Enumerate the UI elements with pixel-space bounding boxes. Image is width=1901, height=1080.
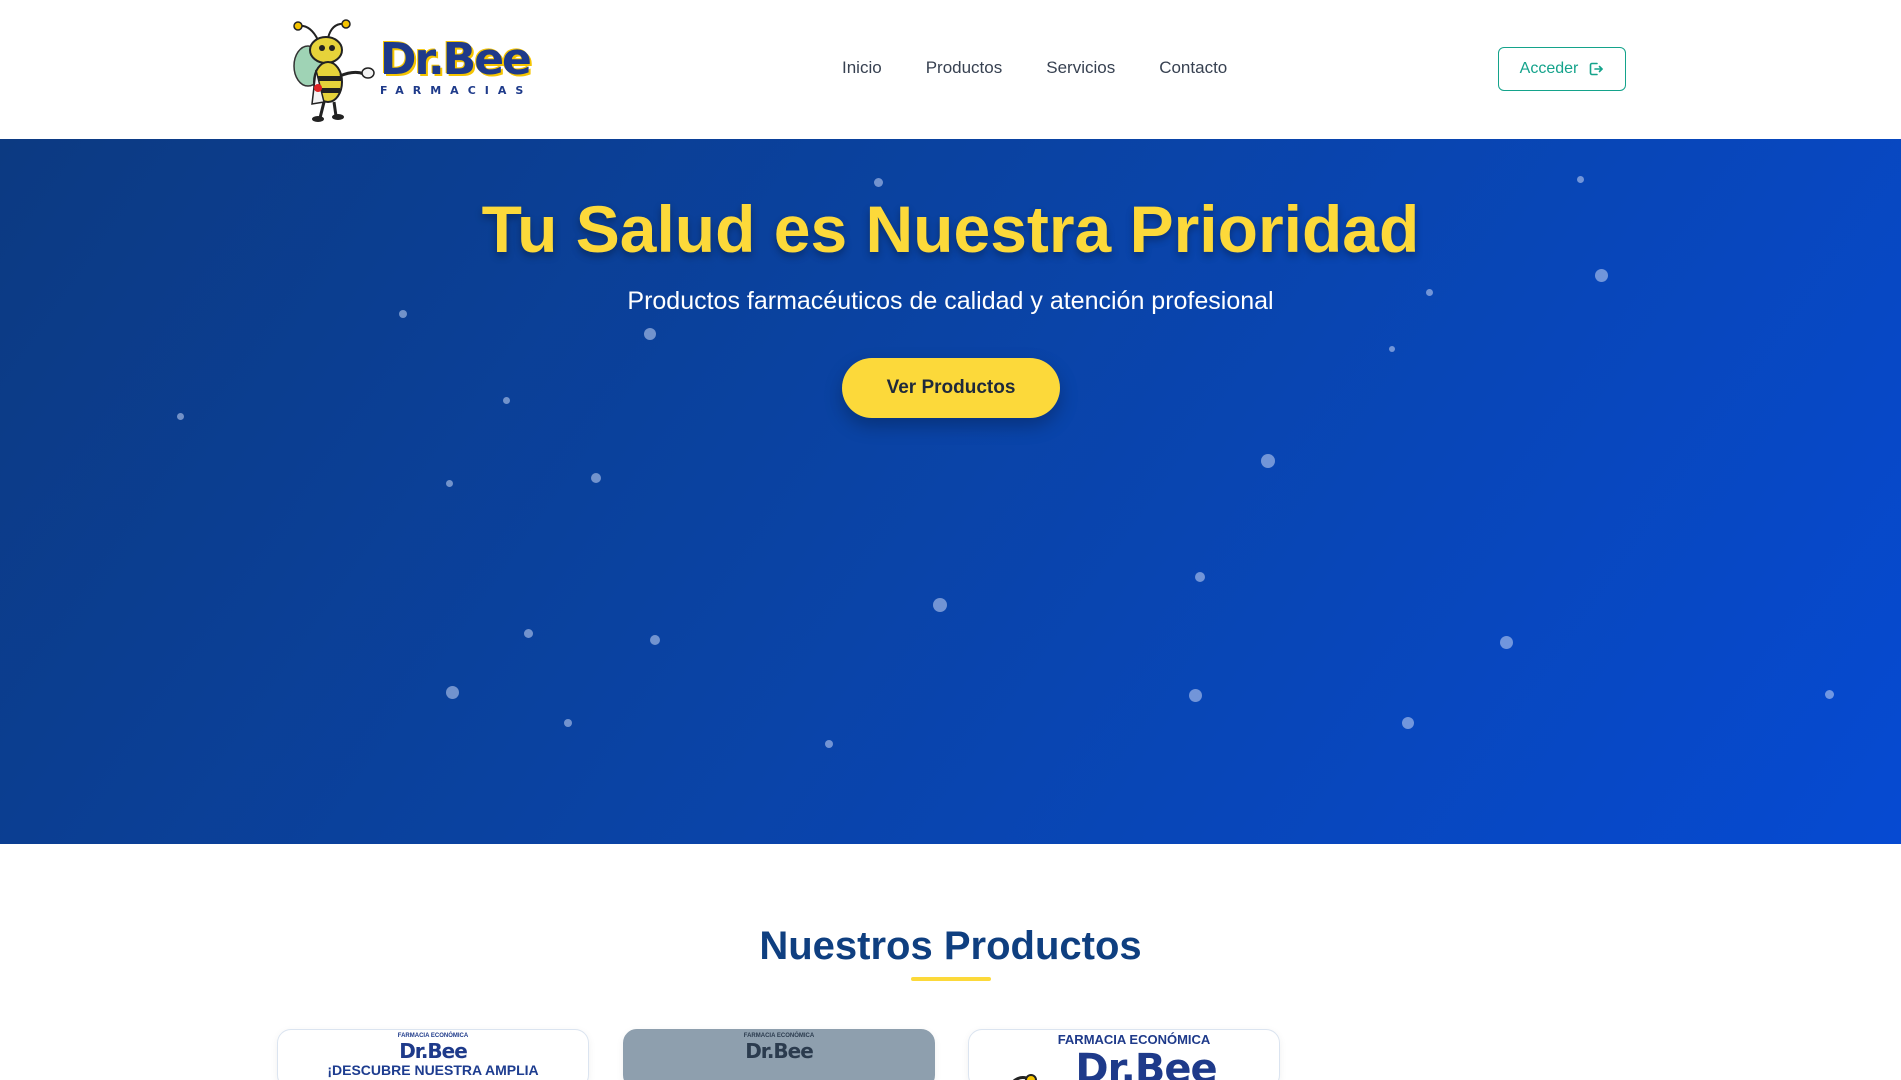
card-header-text: FARMACIA ECONÓMICA <box>1057 1032 1211 1047</box>
particle-dot <box>1188 688 1202 702</box>
card-brand: Dr.Bee <box>399 1039 468 1063</box>
particle-dot <box>1402 717 1414 729</box>
particle-dot <box>1594 268 1608 282</box>
sign-in-icon <box>1590 62 1604 76</box>
hero-title: Tu Salud es Nuestra Prioridad <box>481 192 1420 266</box>
particle-dot <box>502 396 510 404</box>
view-products-button[interactable]: Ver Productos <box>842 358 1060 418</box>
particle-dot <box>176 412 184 420</box>
nav-item-contacto[interactable]: Contacto <box>1159 58 1227 78</box>
particle-dot <box>1499 635 1513 649</box>
particle-dot <box>564 719 572 727</box>
nav-item-inicio[interactable]: Inicio <box>842 58 882 78</box>
particle-dot <box>591 473 601 483</box>
nav-item-servicios[interactable]: Servicios <box>1046 58 1115 78</box>
particle-dot <box>445 479 453 487</box>
hero-subtitle: Productos farmacéuticos de calidad y ate… <box>627 287 1274 315</box>
product-card[interactable]: FARMACIA ECONÓMICA Dr.Bee ¡DESCUBRE NUES… <box>277 1029 589 1080</box>
bee-mascot-icon <box>293 19 375 122</box>
particle-dot <box>1261 454 1275 468</box>
brand-name: Dr.Bee <box>380 34 532 85</box>
particle-dot <box>933 598 947 612</box>
particle-dot <box>873 177 883 187</box>
hero-banner: Tu Salud es Nuestra Prioridad Productos … <box>0 139 1901 844</box>
site-header: Dr.Bee FARMACIAS Inicio Productos Servic… <box>0 0 1901 139</box>
products-heading: Nuestros Productos <box>759 924 1142 968</box>
particle-dot <box>650 635 660 645</box>
heading-underline <box>911 977 991 981</box>
particle-dot <box>644 328 656 340</box>
card-brand: Dr.Bee <box>1075 1046 1217 1080</box>
nav-item-productos[interactable]: Productos <box>926 58 1003 78</box>
particle-dot <box>1389 346 1395 352</box>
product-card[interactable]: FARMACIA ECONÓMICA Dr.Bee <box>623 1029 935 1080</box>
particle-dot <box>1576 175 1584 183</box>
product-card[interactable]: FARMACIA ECONÓMICA Dr.Bee <box>968 1029 1280 1080</box>
card-brand: Dr.Bee <box>745 1039 814 1063</box>
card-promo-text: ¡DESCUBRE NUESTRA AMPLIA <box>327 1062 539 1078</box>
particle-dot <box>1195 572 1205 582</box>
login-label: Acceder <box>1519 60 1579 77</box>
particle-dot <box>523 628 533 638</box>
particle-dot <box>1824 689 1834 699</box>
particle-dot <box>445 685 459 699</box>
brand-tagline: FARMACIAS <box>380 84 533 97</box>
main-nav: Inicio Productos Servicios Contacto <box>842 58 1227 78</box>
brand-logo[interactable]: Dr.Bee FARMACIAS <box>288 18 532 122</box>
login-button[interactable]: Acceder <box>1498 47 1626 91</box>
particle-dot <box>825 740 833 748</box>
